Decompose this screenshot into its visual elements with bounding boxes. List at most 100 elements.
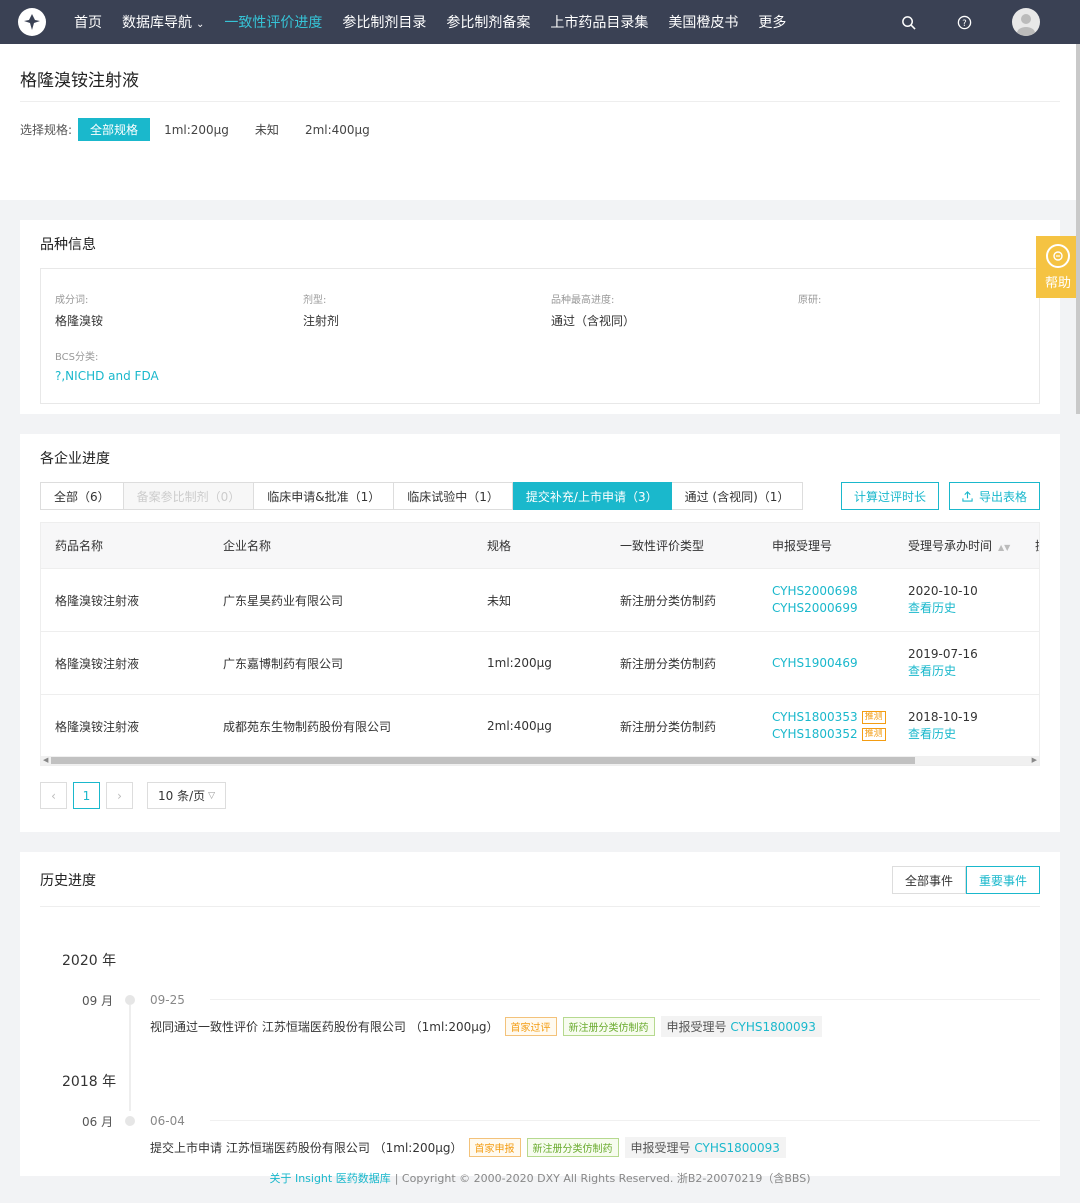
history-card: 历史进度 全部事件 重要事件 2020 年 09 月 09-25 视同通过一致性…	[20, 852, 1060, 1176]
ref-no-link[interactable]: CYHS1800093	[730, 1020, 816, 1034]
field-value: 通过（含视同）	[551, 314, 636, 328]
date-value: 2019-07-16	[908, 647, 978, 661]
variety-info-box: 成分词: 格隆溴铵 剂型: 注射剂 品种最高进度: 通过（含视同） 原研: BC…	[40, 268, 1040, 404]
logo[interactable]	[18, 8, 46, 36]
timeline-rule	[210, 1120, 1040, 1121]
horizontal-scrollbar[interactable]: ◀ ▶	[41, 756, 1039, 765]
cell-acceptance-no: CYHS1800353 推测 CYHS1800352 推测	[772, 709, 886, 743]
cell-company: 广东嘉博制药有限公司	[223, 656, 344, 671]
bcs-link[interactable]: ?,NICHD and FDA	[55, 369, 159, 383]
nav-item-orange-book[interactable]: 美国橙皮书	[668, 12, 738, 32]
col-drug-name: 药品名称	[55, 539, 104, 553]
variety-info-card: 品种信息 成分词: 格隆溴铵 剂型: 注射剂 品种最高进度: 通过（含视同） 原…	[20, 220, 1060, 414]
calc-duration-button[interactable]: 计算过评时长	[840, 482, 939, 510]
cell-type: 新注册分类仿制药	[620, 719, 717, 734]
prev-page-button[interactable]: ‹	[40, 782, 67, 809]
cell-drug: 格隆溴铵注射液	[55, 593, 140, 608]
page-title: 格隆溴铵注射液	[20, 44, 1060, 102]
tab-clinical-application[interactable]: 临床申请&批准（1）	[254, 482, 395, 510]
acceptance-no-link[interactable]: CYHS1800352	[772, 727, 858, 741]
cell-date: 2018-10-19 查看历史	[908, 709, 978, 743]
spec-option-unknown[interactable]: 未知	[243, 118, 291, 141]
year-label: 2018 年	[62, 1074, 117, 1090]
cell-company: 广东星昊药业有限公司	[223, 593, 344, 608]
scroll-left-icon[interactable]: ◀	[43, 756, 48, 765]
cell-company: 成都苑东生物制药股份有限公司	[223, 719, 392, 734]
nav-item-consistency[interactable]: 一致性评价进度	[224, 12, 322, 32]
nav-item-listed-drugs[interactable]: 上市药品目录集	[550, 12, 648, 32]
nav-item-home[interactable]: 首页	[74, 12, 102, 32]
export-table-button[interactable]: 导出表格	[948, 482, 1040, 510]
nav-item-reference-catalog[interactable]: 参比制剂目录	[342, 12, 426, 32]
table-row: 格隆溴铵注射液 成都苑东生物制药股份有限公司 2ml:400μg 新注册分类仿制…	[41, 695, 1039, 758]
month-label: 09 月	[82, 994, 114, 1008]
view-history-link[interactable]: 查看历史	[908, 663, 978, 680]
progress-tabs: 全部（6） 备案参比制剂（0） 临床申请&批准（1） 临床试验中（1） 提交补充…	[40, 482, 1040, 510]
nav-item-db-nav[interactable]: 数据库导航 ⌄	[122, 12, 204, 32]
inferred-tag: 推测	[861, 728, 886, 741]
field-label: BCS分类:	[55, 352, 99, 363]
field-ingredient: 成分词: 格隆溴铵	[55, 291, 103, 329]
top-nav: 首页 数据库导航 ⌄ 一致性评价进度 参比制剂目录 参比制剂备案 上市药品目录集 …	[0, 0, 1080, 44]
export-label: 导出表格	[978, 489, 1027, 504]
spec-option-2ml[interactable]: 2ml:400μg	[293, 120, 382, 140]
month-label: 06 月	[82, 1115, 114, 1129]
field-dosage-form: 剂型: 注射剂	[303, 291, 339, 329]
acceptance-no-link[interactable]: CYHS2000698	[772, 583, 858, 600]
acceptance-no-link[interactable]: CYHS1900469	[772, 655, 858, 672]
col-company: 企业名称	[223, 539, 272, 553]
field-value: 格隆溴铵	[55, 314, 104, 328]
all-events-button[interactable]: 全部事件	[891, 866, 966, 894]
col-action: 操	[1035, 537, 1039, 554]
date-value: 2018-10-19	[908, 710, 978, 724]
acceptance-no-link[interactable]: CYHS1800353	[772, 710, 858, 724]
spec-option-1ml[interactable]: 1ml:200μg	[152, 120, 241, 140]
variety-info-title: 品种信息	[40, 237, 96, 253]
cell-date: 2019-07-16 查看历史	[908, 646, 978, 680]
next-page-button[interactable]: ›	[106, 782, 133, 809]
event-date: 06-04	[150, 1114, 185, 1128]
ref-label: 申报受理号	[666, 1020, 727, 1034]
acceptance-no-link[interactable]: CYHS2000699	[772, 600, 858, 617]
cell-acceptance-no: CYHS1900469	[772, 655, 858, 672]
tab-all[interactable]: 全部（6）	[40, 482, 124, 510]
nav-item-reference-filing[interactable]: 参比制剂备案	[446, 12, 530, 32]
scrollbar-thumb[interactable]	[51, 757, 915, 764]
page-size-select[interactable]: 10 条/页 ▽	[147, 782, 227, 809]
scroll-right-icon[interactable]: ▶	[1032, 756, 1037, 765]
nav-item-more[interactable]: 更多	[758, 12, 786, 32]
help-icon[interactable]: ?	[956, 14, 972, 30]
timeline-line	[129, 1005, 131, 1111]
avatar[interactable]	[1012, 8, 1040, 36]
tab-market-application[interactable]: 提交补充/上市申请（3）	[512, 482, 672, 510]
help-float-button[interactable]: 帮助	[1036, 236, 1080, 298]
col-acceptance-date[interactable]: 受理号承办时间 ▲▼	[908, 537, 1010, 554]
company-progress-title: 各企业进度	[40, 451, 110, 467]
cell-drug: 格隆溴铵注射液	[55, 656, 140, 671]
field-value: 注射剂	[303, 314, 340, 328]
page-scrollbar[interactable]	[1076, 44, 1080, 414]
spec-option-all[interactable]: 全部规格	[78, 118, 151, 141]
cell-spec: 1ml:200μg	[487, 656, 552, 670]
progress-table: 药品名称 企业名称 规格 一致性评价类型 申报受理号 受理号承办时间 ▲▼ 操 格…	[40, 522, 1040, 766]
company-progress-card: 各企业进度 全部（6） 备案参比制剂（0） 临床申请&批准（1） 临床试验中（1…	[20, 434, 1060, 832]
cell-date: 2020-10-10 查看历史	[908, 583, 978, 617]
key-events-button[interactable]: 重要事件	[965, 866, 1040, 894]
field-label: 成分词:	[55, 295, 89, 306]
about-link[interactable]: 关于 Insight 医药数据库	[269, 1170, 390, 1186]
cell-spec: 未知	[487, 593, 512, 608]
tab-approved[interactable]: 通过 (含视同)（1）	[671, 482, 804, 510]
search-icon[interactable]	[900, 14, 916, 30]
date-value: 2020-10-10	[908, 584, 978, 598]
tab-clinical-trial[interactable]: 临床试验中（1）	[394, 482, 513, 510]
cell-type: 新注册分类仿制药	[620, 656, 717, 671]
nav-item-label: 数据库导航	[122, 15, 192, 31]
sort-icon[interactable]: ▲▼	[998, 543, 1010, 552]
history-event: 视同通过一致性评价 江苏恒瑞医药股份有限公司 （1ml:200μg） 首家过评 …	[150, 1016, 822, 1037]
page-number[interactable]: 1	[73, 782, 100, 809]
divider	[40, 906, 1040, 907]
view-history-link[interactable]: 查看历史	[908, 726, 978, 743]
timeline-dot	[125, 1116, 135, 1126]
field-label: 剂型:	[303, 295, 327, 306]
view-history-link[interactable]: 查看历史	[908, 600, 978, 617]
